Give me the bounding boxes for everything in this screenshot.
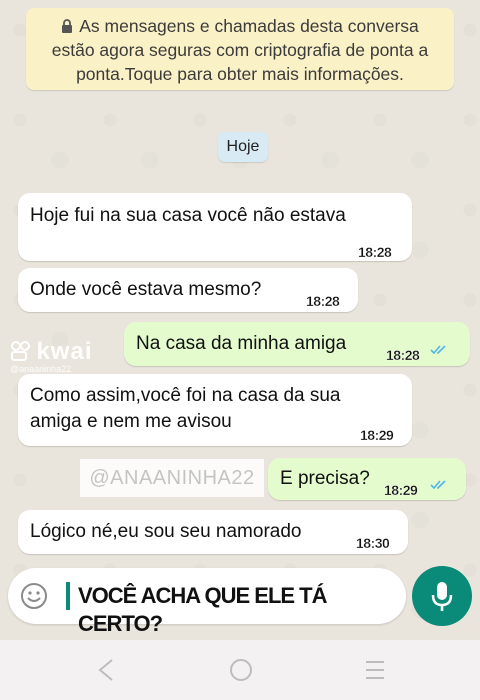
message-bubble-incoming[interactable]: Hoje fui na sua casa você não estava 18:… (18, 193, 412, 261)
kwai-handle: @anaaninha22 (10, 364, 72, 374)
message-time: 18:30 (356, 535, 390, 551)
kwai-logo-icon (11, 341, 30, 361)
notice-line-2: estão agora seguras com criptografia de … (51, 40, 429, 60)
message-bubble-outgoing[interactable]: Na casa da minha amiga 18:28 (124, 322, 470, 366)
message-input[interactable]: VOCÊ ACHA QUE ELE TÁ CERTO? (78, 582, 406, 638)
date-chip: Hoje (218, 132, 268, 162)
encryption-notice[interactable]: As mensagens e chamadas desta conversa e… (26, 8, 454, 90)
message-composer[interactable]: VOCÊ ACHA QUE ELE TÁ CERTO? (8, 568, 406, 636)
read-ticks-icon (430, 480, 446, 490)
message-time: 18:28 (358, 244, 392, 260)
message-text: Hoje fui na sua casa você não estava (30, 205, 346, 226)
notice-line-3: ponta.Toque para obter mais informações. (76, 64, 404, 84)
message-text: Lógico né,eu sou seu namorado (30, 521, 302, 542)
message-line: amiga e nem me avisou (30, 411, 232, 432)
kwai-watermark: kwai @anaaninha22 (10, 338, 92, 374)
chat-area[interactable]: As mensagens e chamadas desta conversa e… (0, 0, 480, 640)
message-text: Onde você estava mesmo? (30, 279, 262, 300)
back-icon[interactable] (92, 656, 122, 684)
message-text: Na casa da minha amiga (136, 333, 347, 354)
home-icon[interactable] (226, 656, 256, 684)
message-time: 18:29 (360, 427, 394, 443)
message-bubble-incoming[interactable]: Como assim,você foi na casa da sua amiga… (18, 374, 412, 446)
emoji-icon[interactable] (20, 582, 48, 610)
watermark-handle-overlay: @ANAANINHA22 (80, 459, 264, 497)
lock-icon (62, 19, 73, 33)
message-bubble-outgoing[interactable]: E precisa? 18:29 (268, 458, 466, 500)
message-time: 18:28 (386, 347, 420, 363)
notice-line-1: As mensagens e chamadas desta conversa (79, 16, 419, 36)
message-bubble-incoming[interactable]: Onde você estava mesmo? 18:28 (18, 268, 358, 312)
message-line: Como assim,você foi na casa da sua (30, 385, 341, 406)
message-text: Como assim,você foi na casa da sua amiga… (30, 383, 341, 435)
recents-icon[interactable] (360, 656, 390, 684)
message-text: E precisa? (280, 468, 370, 489)
kwai-logo-text: kwai (36, 338, 93, 365)
message-time: 18:28 (306, 293, 340, 309)
message-bubble-incoming[interactable]: Lógico né,eu sou seu namorado 18:30 (18, 510, 408, 554)
read-ticks-icon (430, 345, 446, 355)
microphone-icon (431, 582, 453, 611)
text-cursor (66, 582, 70, 610)
message-time: 18:29 (384, 482, 418, 498)
mic-button[interactable] (412, 566, 472, 626)
system-nav-bar (0, 640, 480, 700)
